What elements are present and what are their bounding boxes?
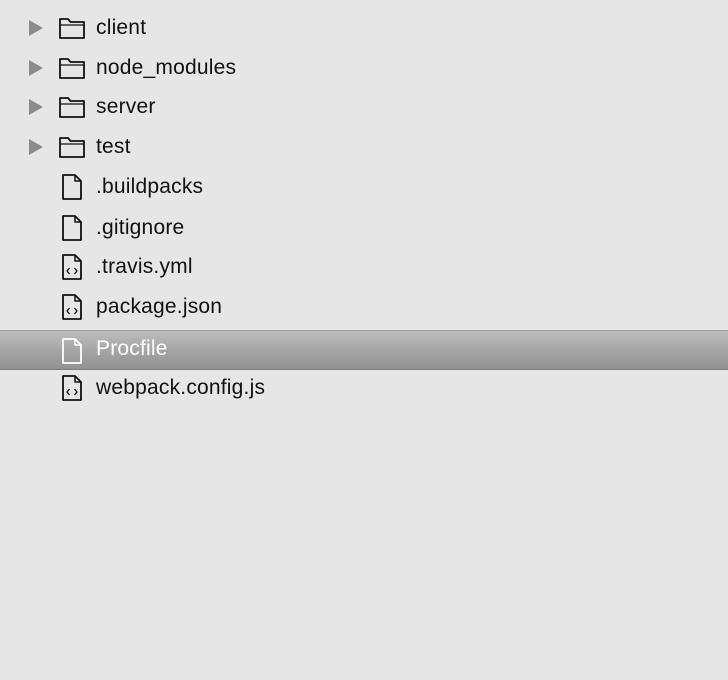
tree-item-node-modules[interactable]: node_modules — [0, 48, 728, 88]
folder-icon — [59, 58, 85, 79]
tree-item-label: .buildpacks — [96, 175, 204, 198]
tree-item-label: client — [96, 16, 147, 39]
code-file-icon — [62, 294, 82, 320]
tree-item-label: package.json — [96, 295, 223, 318]
code-file-icon — [62, 375, 82, 401]
tree-item-travis-yml[interactable]: .travis.yml — [0, 247, 728, 287]
tree-item-label: server — [96, 95, 156, 118]
disclosure-triangle-icon[interactable] — [28, 60, 44, 76]
disclosure-triangle-icon[interactable] — [28, 99, 44, 115]
tree-item-label: .travis.yml — [96, 255, 193, 278]
tree-item-test[interactable]: test — [0, 127, 728, 167]
code-file-icon — [62, 254, 82, 280]
disclosure-triangle-icon[interactable] — [28, 139, 44, 155]
tree-item-label: webpack.config.js — [96, 376, 266, 399]
file-icon — [62, 174, 82, 200]
file-icon — [62, 338, 82, 364]
tree-item-procfile[interactable]: Procfile — [0, 330, 728, 370]
tree-item-label: node_modules — [96, 56, 237, 79]
file-icon — [62, 215, 82, 241]
folder-icon — [59, 97, 85, 118]
disclosure-triangle-icon[interactable] — [28, 20, 44, 36]
folder-icon — [59, 18, 85, 39]
tree-item-label: Procfile — [96, 337, 168, 360]
folder-icon — [59, 137, 85, 158]
tree-item-client[interactable]: client — [0, 8, 728, 48]
tree-item-label: .gitignore — [96, 216, 185, 239]
tree-item-gitignore[interactable]: .gitignore — [0, 208, 728, 248]
tree-item-label: test — [96, 135, 131, 158]
tree-item-server[interactable]: server — [0, 87, 728, 127]
tree-item-package-json[interactable]: package.json — [0, 287, 728, 327]
file-tree: client node_modules server test .buildpa… — [0, 0, 728, 680]
tree-item-webpack-config[interactable]: webpack.config.js — [0, 368, 728, 408]
tree-item-buildpacks[interactable]: .buildpacks — [0, 167, 728, 207]
